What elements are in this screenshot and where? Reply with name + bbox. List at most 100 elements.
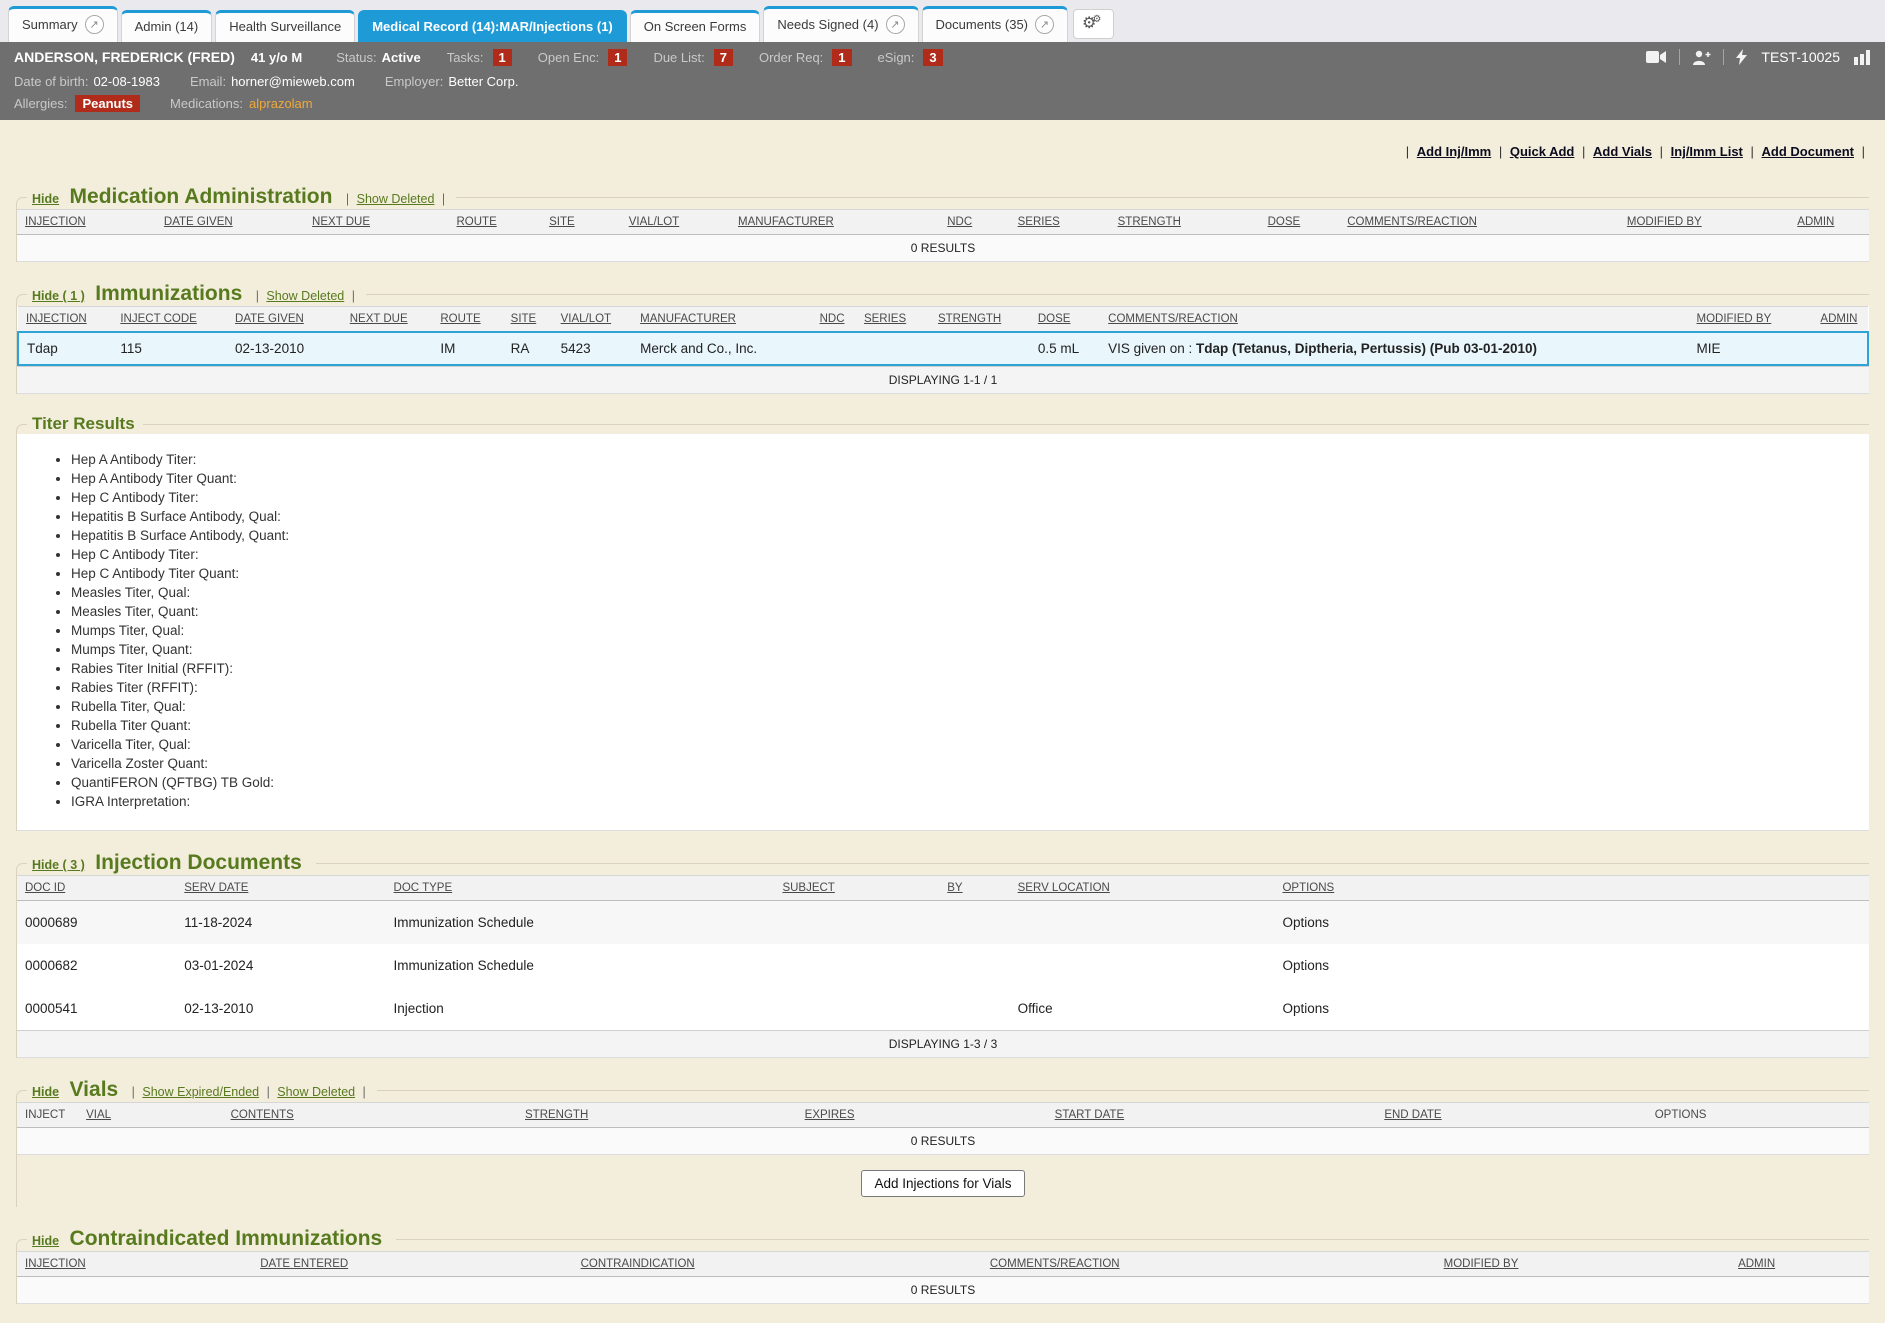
medications-value[interactable]: alprazolam [249, 96, 313, 111]
settings-button[interactable]: ⚙⚙ [1073, 9, 1114, 39]
column-header[interactable]: COMMENTS/REACTION [1339, 210, 1619, 235]
column-header[interactable]: SERV LOCATION [1010, 876, 1275, 901]
column-header[interactable]: MODIFIED BY [1436, 1252, 1730, 1277]
open-enc-count-badge[interactable]: 1 [608, 49, 627, 66]
column-header[interactable]: SERIES [1010, 210, 1110, 235]
column-header[interactable]: SITE [541, 210, 621, 235]
column-header[interactable]: VIAL/LOT [553, 307, 633, 333]
show-deleted-link[interactable]: Show Deleted [357, 192, 435, 206]
show-expired-ended-link[interactable]: Show Expired/Ended [142, 1085, 259, 1099]
allergy-badge[interactable]: Peanuts [75, 95, 140, 112]
column-header[interactable]: INJECTION [18, 307, 112, 333]
column-header[interactable]: MODIFIED BY [1688, 307, 1812, 333]
tab-needs-signed[interactable]: Needs Signed (4) ↗ [763, 6, 918, 42]
document-row[interactable]: 0000682 03-01-2024 Immunization Schedule… [17, 944, 1869, 987]
column-header[interactable]: VIAL/LOT [621, 210, 730, 235]
column-header[interactable]: STRENGTH [930, 307, 1030, 333]
chart-icon[interactable] [1854, 50, 1871, 65]
popout-icon[interactable]: ↗ [1035, 15, 1054, 34]
column-header[interactable]: ROUTE [432, 307, 502, 333]
empty-results-text: 0 RESULTS [17, 235, 1869, 262]
column-header[interactable]: STRENGTH [1110, 210, 1260, 235]
column-header[interactable]: SERV DATE [176, 876, 385, 901]
column-header[interactable]: DOC TYPE [386, 876, 775, 901]
column-header[interactable]: NEXT DUE [342, 307, 433, 333]
column-header[interactable]: DOSE [1260, 210, 1340, 235]
document-row[interactable]: 0000689 11-18-2024 Immunization Schedule… [17, 901, 1869, 945]
column-header[interactable]: COMMENTS/REACTION [982, 1252, 1436, 1277]
options-link[interactable]: Options [1282, 958, 1329, 973]
cell-serv-date: 11-18-2024 [176, 901, 385, 945]
tab-admin[interactable]: Admin (14) [121, 10, 213, 42]
column-header[interactable]: MANUFACTURER [730, 210, 939, 235]
column-header[interactable]: BY [939, 876, 1009, 901]
column-header[interactable]: SERIES [856, 307, 930, 333]
column-header[interactable]: COMMENTS/REACTION [1100, 307, 1688, 333]
options-link[interactable]: Options [1282, 1001, 1329, 1016]
column-header[interactable]: DATE GIVEN [227, 307, 342, 333]
column-header[interactable]: CONTENTS [223, 1103, 517, 1128]
immunization-row[interactable]: Tdap 115 02-13-2010 IM RA 5423 Merck and… [18, 332, 1868, 365]
column-header[interactable]: DATE GIVEN [156, 210, 304, 235]
show-deleted-link[interactable]: Show Deleted [277, 1085, 355, 1099]
column-header[interactable]: VIAL [78, 1103, 222, 1128]
lightning-icon[interactable] [1736, 49, 1747, 65]
column-header[interactable]: NDC [812, 307, 856, 333]
hide-immunizations-link[interactable]: Hide ( 1 ) [32, 289, 85, 303]
esign-count-badge[interactable]: 3 [923, 49, 942, 66]
column-header[interactable]: NDC [939, 210, 1009, 235]
cell-by [939, 944, 1009, 987]
order-req-count-badge[interactable]: 1 [832, 49, 851, 66]
column-header: OPTIONS [1647, 1103, 1869, 1128]
tab-summary[interactable]: Summary ↗ [8, 6, 118, 42]
column-header[interactable]: INJECTION [17, 210, 156, 235]
hide-med-admin-link[interactable]: Hide [32, 192, 59, 206]
column-header[interactable]: ADMIN [1789, 210, 1869, 235]
due-list-label: Due List: [653, 50, 704, 65]
column-header[interactable]: SUBJECT [774, 876, 939, 901]
column-header[interactable]: SITE [503, 307, 553, 333]
column-header[interactable]: ADMIN [1730, 1252, 1869, 1277]
cell-vial-lot: 5423 [553, 332, 633, 365]
show-deleted-link[interactable]: Show Deleted [266, 289, 344, 303]
column-header[interactable]: MODIFIED BY [1619, 210, 1789, 235]
add-document-link[interactable]: Add Document [1762, 144, 1854, 159]
column-header[interactable]: STRENGTH [517, 1103, 797, 1128]
hide-injection-documents-link[interactable]: Hide ( 3 ) [32, 858, 85, 872]
column-header[interactable]: NEXT DUE [304, 210, 448, 235]
column-header[interactable]: MANUFACTURER [632, 307, 811, 333]
add-injections-for-vials-button[interactable]: Add Injections for Vials [861, 1170, 1024, 1197]
add-inj-imm-link[interactable]: Add Inj/Imm [1417, 144, 1491, 159]
column-header[interactable]: CONTRAINDICATION [573, 1252, 982, 1277]
inj-imm-list-link[interactable]: Inj/Imm List [1671, 144, 1743, 159]
tab-health-surveillance[interactable]: Health Surveillance [215, 10, 355, 42]
column-header[interactable]: INJECTION [17, 1252, 252, 1277]
column-header[interactable]: END DATE [1376, 1103, 1646, 1128]
column-header[interactable]: ROUTE [449, 210, 542, 235]
column-header[interactable]: ADMIN [1812, 307, 1868, 333]
options-link[interactable]: Options [1282, 915, 1329, 930]
column-header[interactable]: DOC ID [17, 876, 176, 901]
column-header[interactable]: EXPIRES [797, 1103, 1047, 1128]
cell-next-due [342, 332, 433, 365]
add-vials-link[interactable]: Add Vials [1593, 144, 1652, 159]
tasks-count-badge[interactable]: 1 [493, 49, 512, 66]
popout-icon[interactable]: ↗ [85, 15, 104, 34]
due-list-count-badge[interactable]: 7 [714, 49, 733, 66]
video-camera-icon[interactable] [1646, 50, 1667, 64]
tab-medical-record-active[interactable]: Medical Record (14):MAR/Injections (1) [358, 10, 627, 42]
add-person-icon[interactable] [1692, 50, 1711, 65]
column-header[interactable]: OPTIONS [1274, 876, 1869, 901]
tab-documents[interactable]: Documents (35) ↗ [922, 6, 1068, 42]
column-header[interactable]: DATE ENTERED [252, 1252, 572, 1277]
column-header[interactable]: START DATE [1047, 1103, 1377, 1128]
column-header[interactable]: INJECT CODE [112, 307, 227, 333]
column-header[interactable]: DOSE [1030, 307, 1100, 333]
hide-contraindicated-link[interactable]: Hide [32, 1234, 59, 1248]
titer-item: Hep C Antibody Titer: [71, 546, 1869, 564]
quick-add-link[interactable]: Quick Add [1510, 144, 1575, 159]
tab-on-screen-forms[interactable]: On Screen Forms [630, 10, 761, 42]
hide-vials-link[interactable]: Hide [32, 1085, 59, 1099]
popout-icon[interactable]: ↗ [886, 15, 905, 34]
document-row[interactable]: 0000541 02-13-2010 Injection Office Opti… [17, 987, 1869, 1030]
